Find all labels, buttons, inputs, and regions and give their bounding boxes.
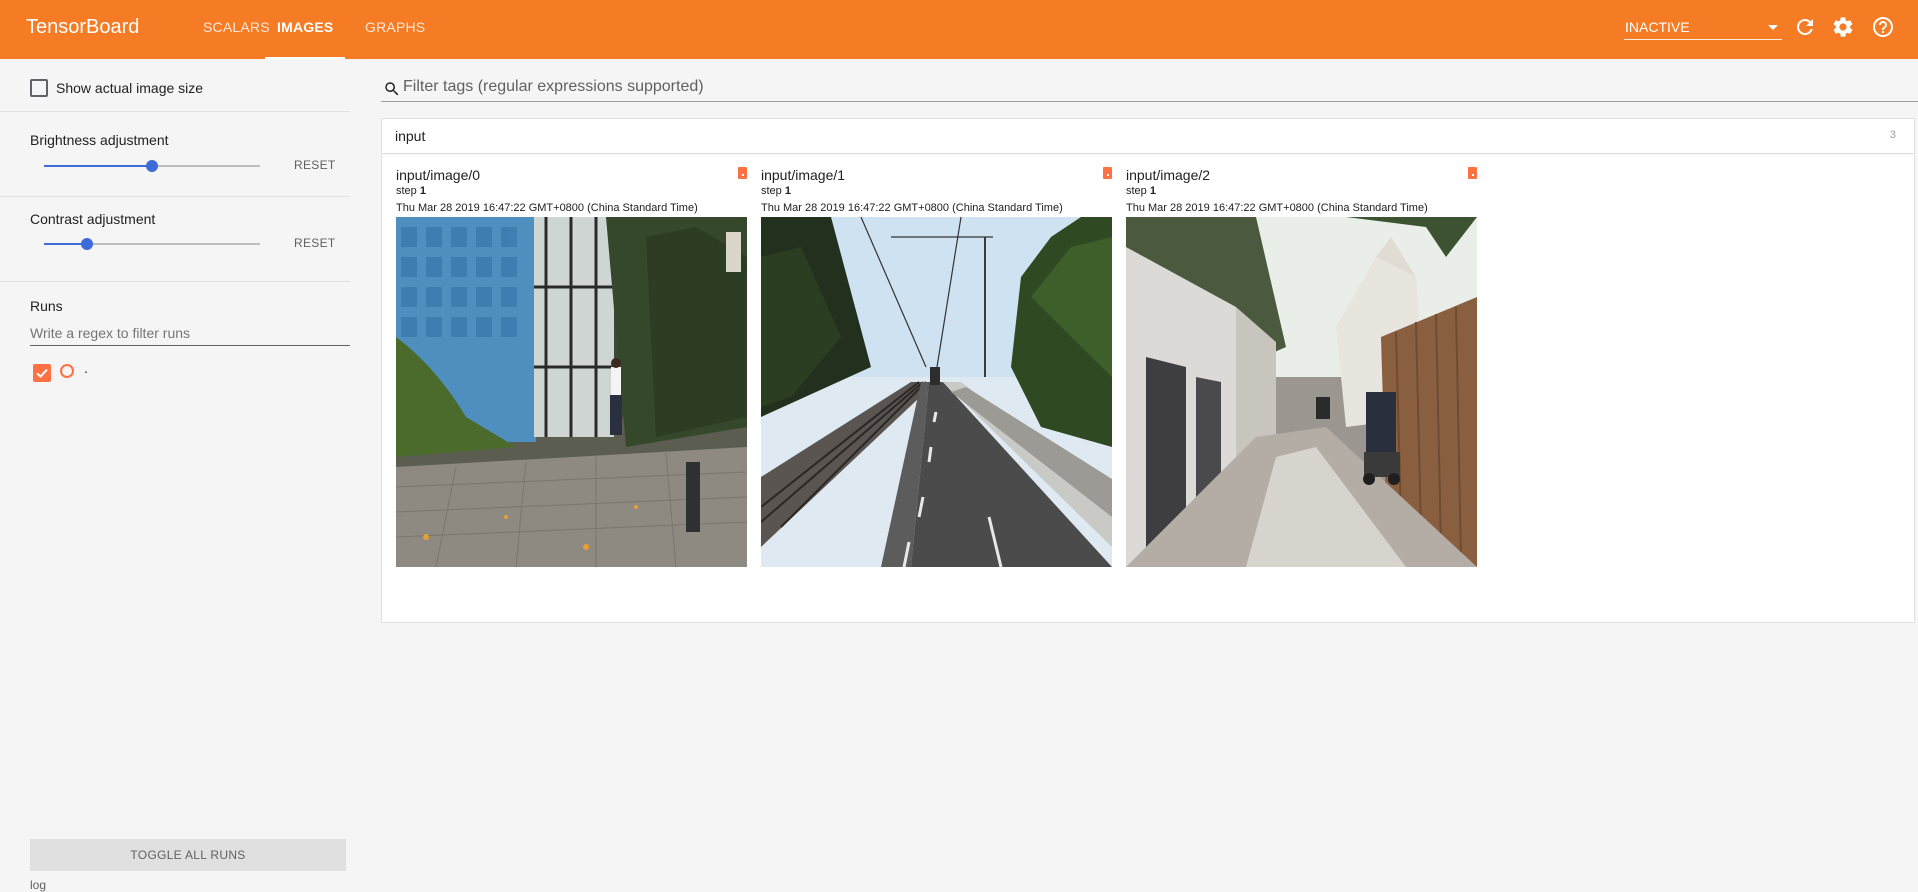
- sidebar: Show actual image size Brightness adjust…: [0, 59, 350, 892]
- help-icon[interactable]: [1871, 15, 1895, 39]
- runs-filter-input[interactable]: Write a regex to filter runs: [30, 322, 350, 346]
- category-name: input: [395, 128, 426, 144]
- brightness-reset-button[interactable]: RESET: [294, 158, 336, 172]
- contrast-label: Contrast adjustment: [30, 211, 156, 227]
- image-timestamp: Thu Mar 28 2019 16:47:22 GMT+0800 (China…: [761, 202, 1063, 214]
- brightness-slider-knob[interactable]: [146, 160, 158, 172]
- run-status-dropdown[interactable]: INACTIVE: [1624, 16, 1782, 40]
- run-status-value: INACTIVE: [1625, 19, 1690, 35]
- brightness-section: Brightness adjustment RESET: [0, 112, 350, 197]
- image-thumbnail[interactable]: [396, 217, 747, 567]
- tab-images[interactable]: IMAGES: [265, 0, 346, 59]
- step-value: 1: [784, 185, 791, 197]
- image-tag: input/image/2: [1126, 167, 1211, 183]
- category-header[interactable]: input 3: [381, 118, 1915, 154]
- run-color-flag-icon: [738, 167, 747, 179]
- image-timestamp: Thu Mar 28 2019 16:47:22 GMT+0800 (China…: [396, 202, 698, 214]
- run-color-flag-icon: [1103, 167, 1112, 179]
- chevron-down-icon: [1768, 25, 1778, 30]
- image-step: step 1: [396, 185, 426, 197]
- brightness-slider-fill: [44, 165, 152, 167]
- show-actual-size-checkbox[interactable]: [30, 79, 48, 97]
- settings-gear-icon[interactable]: [1831, 15, 1855, 39]
- image-step: step 1: [1126, 185, 1156, 197]
- tab-scalars[interactable]: SCALARS: [203, 0, 270, 59]
- contrast-reset-button[interactable]: RESET: [294, 236, 336, 250]
- contrast-section: Contrast adjustment RESET: [0, 197, 350, 282]
- search-icon: [385, 82, 399, 96]
- checkmark-icon: [36, 368, 48, 379]
- run-name: .: [84, 360, 88, 376]
- tag-filter-placeholder: Filter tags (regular expressions support…: [403, 78, 704, 95]
- tab-graphs[interactable]: GRAPHS: [365, 0, 425, 59]
- image-tag: input/image/1: [761, 167, 846, 183]
- top-toolbar: TensorBoard SCALARS IMAGES GRAPHS INACTI…: [0, 0, 1918, 59]
- tag-filter-field[interactable]: Filter tags (regular expressions support…: [381, 76, 1918, 102]
- contrast-slider-knob[interactable]: [81, 238, 94, 250]
- run-color-circle[interactable]: [60, 364, 74, 378]
- step-label: step: [1126, 185, 1147, 197]
- run-color-flag-icon: [1468, 167, 1477, 179]
- app-title: TensorBoard: [26, 16, 140, 38]
- step-value: 1: [1149, 185, 1156, 197]
- image-thumbnail[interactable]: [1126, 217, 1477, 567]
- log-dir-label: log: [30, 878, 47, 892]
- step-value: 1: [419, 185, 426, 197]
- image-thumbnail[interactable]: [761, 217, 1112, 567]
- image-size-section: Show actual image size: [0, 59, 350, 112]
- toggle-all-runs-button[interactable]: TOGGLE ALL RUNS: [30, 839, 346, 871]
- category-count: 3: [1889, 129, 1896, 141]
- brightness-label: Brightness adjustment: [30, 132, 169, 148]
- refresh-icon[interactable]: [1793, 15, 1817, 39]
- image-tag: input/image/0: [396, 167, 481, 183]
- step-label: step: [396, 185, 417, 197]
- runs-heading: Runs: [30, 298, 63, 314]
- image-step: step 1: [761, 185, 791, 197]
- image-timestamp: Thu Mar 28 2019 16:47:22 GMT+0800 (China…: [1126, 202, 1428, 214]
- run-checkbox[interactable]: [33, 364, 51, 382]
- step-label: step: [761, 185, 782, 197]
- show-actual-size-label: Show actual image size: [56, 80, 204, 96]
